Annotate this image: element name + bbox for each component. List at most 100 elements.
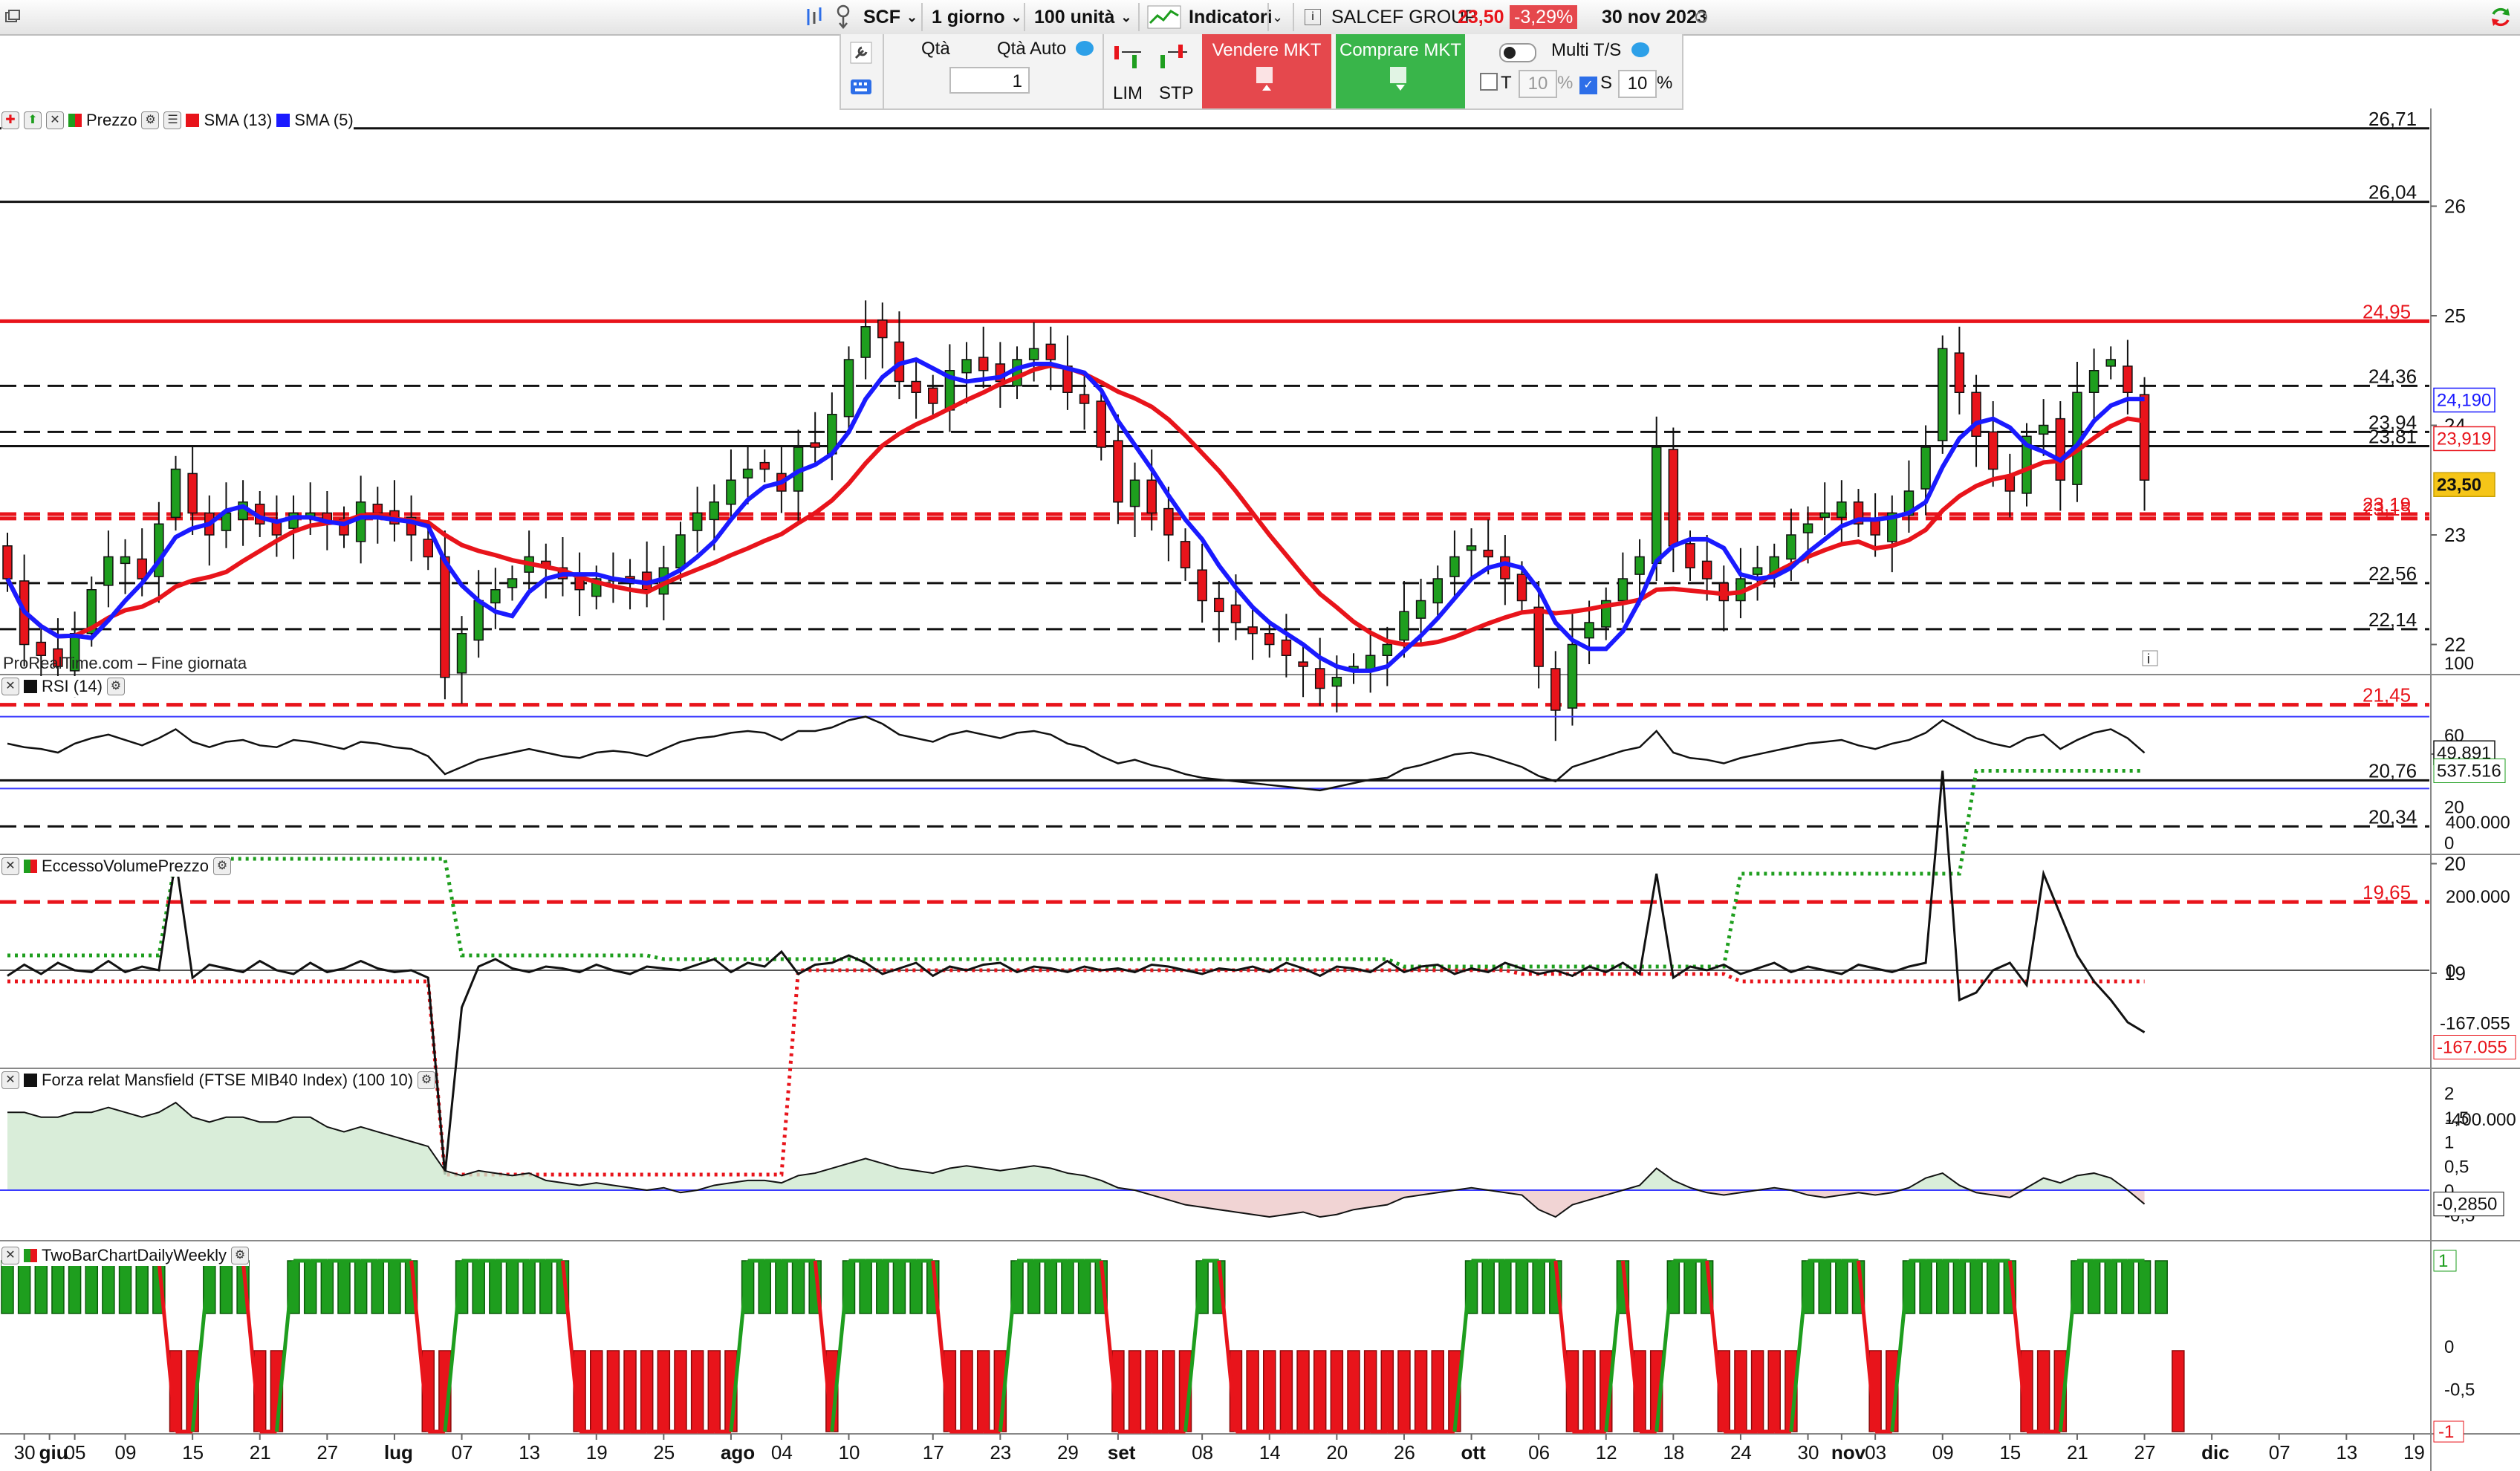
date-axis-label: dic (2201, 1441, 2230, 1464)
twobar-bar-up (1481, 1260, 1495, 1314)
close-icon[interactable]: ✕ (1, 1071, 19, 1089)
bar-icon[interactable] (804, 3, 826, 31)
units-selector[interactable]: 100 unità ⌄ (1034, 3, 1131, 31)
twobar-bar-up (1077, 1260, 1091, 1314)
twobar-bar-down (1397, 1350, 1411, 1432)
stp-icon[interactable] (1157, 42, 1190, 79)
rsi-legend: ✕ RSI (14) ⚙ (1, 676, 125, 697)
candle-body (742, 468, 753, 479)
s-checkbox[interactable]: ✓ (1579, 73, 1597, 94)
timeframe-selector[interactable]: 1 giorno ⌄ (932, 3, 1022, 31)
info-icon[interactable]: i (1305, 3, 1321, 31)
price-color-icon (68, 114, 82, 127)
window-icon[interactable] (4, 3, 21, 31)
twobar-bar-up (1835, 1260, 1848, 1314)
twobar-bar-down (1330, 1350, 1344, 1432)
candle-body (726, 479, 736, 505)
twobar-bar-up (1027, 1260, 1041, 1314)
wrench-icon[interactable]: ⚙ (231, 1247, 250, 1264)
twobar-bar-up (2154, 1260, 2168, 1314)
s-label: S (1600, 73, 1613, 93)
t-checkbox[interactable] (1480, 73, 1498, 96)
candle-body (928, 387, 938, 404)
close-icon[interactable]: ✕ (46, 111, 64, 129)
buy-market-button[interactable]: Comprare MKT (1336, 34, 1465, 108)
indicators-label: Indicatori (1189, 6, 1273, 27)
sma13-value-badge: 23,919 (2437, 429, 2491, 449)
level-label: 24,36 (2368, 365, 2417, 387)
candle-body (1550, 668, 1561, 711)
twobar-bar-up (2121, 1260, 2134, 1314)
candle-body (1163, 507, 1174, 536)
twobar-bar-down (2036, 1350, 2050, 1432)
chat-bubble-icon[interactable] (1076, 40, 1094, 61)
candle-body (473, 600, 484, 641)
symbol-selector[interactable]: SCF ⌄ (863, 3, 918, 31)
date-axis-label: 30 (14, 1441, 36, 1464)
close-icon[interactable]: ✚ (1, 111, 19, 129)
chevron-down-icon: ⌄ (1272, 9, 1284, 25)
refresh-icon[interactable] (2489, 3, 2513, 31)
indicators-dropdown[interactable]: ⌄ (1272, 3, 1283, 31)
twobar-state-line (560, 1260, 582, 1432)
wrench-icon[interactable]: ⚙ (213, 857, 231, 875)
date-axis-label: 10 (839, 1441, 860, 1464)
link-icon[interactable] (834, 3, 853, 31)
candle-body (490, 589, 501, 604)
twobar-bar-up (17, 1260, 31, 1314)
wrench-icon[interactable]: ⚙ (141, 111, 160, 129)
date-axis-label: 24 (1730, 1441, 1752, 1464)
date-axis-label: 19 (2403, 1441, 2425, 1464)
candle-body (978, 357, 989, 371)
close-icon[interactable]: ✕ (1, 857, 19, 875)
twobar-bar-up (1919, 1260, 1932, 1314)
indicators-button[interactable]: Indicatori (1147, 3, 1273, 31)
twobar-bar-up (1818, 1260, 1831, 1314)
buy-icon (1390, 67, 1406, 91)
twobar-bar-up (1936, 1260, 1949, 1314)
arrow-up-icon[interactable]: ⬆ (24, 111, 42, 129)
twobar-state-line (1890, 1260, 1911, 1432)
candle-body (1247, 626, 1258, 634)
date-axis-label: 14 (1259, 1441, 1281, 1464)
chevron-down-icon: ⌄ (1010, 9, 1022, 25)
candle-body (1399, 611, 1409, 641)
wrench-icon[interactable]: ⚙ (418, 1071, 436, 1089)
wrench-icon[interactable] (850, 42, 872, 69)
s-value-input[interactable]: 10 (1618, 70, 1657, 98)
chevron-down-icon: ⌄ (906, 9, 918, 25)
data-source-watermark: ProRealTime.com – Fine giornata (3, 654, 247, 672)
close-icon[interactable]: ✕ (1, 1247, 19, 1264)
candle-body (1449, 556, 1460, 577)
twobar-bar-down (1347, 1350, 1360, 1432)
t-label: T (1501, 73, 1512, 93)
evp-legend: ✕ EccessoVolumePrezzo ⚙ (1, 856, 231, 877)
sell-market-button[interactable]: Vendere MKT (1202, 34, 1331, 108)
mansfield-axis-label: 0,5 (2444, 1157, 2469, 1177)
candle-body (1230, 604, 1241, 623)
close-icon[interactable]: ✕ (1, 678, 19, 695)
twobar-bar-down (1414, 1350, 1428, 1432)
wrench-icon[interactable]: ⚙ (106, 678, 125, 695)
multi-ts-toggle[interactable] (1499, 42, 1536, 62)
list-icon[interactable]: ☰ (163, 111, 182, 129)
evp-lower-text: -167.055 (2440, 1014, 2510, 1034)
t-value-input[interactable]: 10 (1519, 70, 1557, 98)
price-legend-label: Prezzo (86, 111, 137, 129)
lim-label: LIM (1113, 83, 1143, 103)
lim-icon[interactable] (1111, 42, 1144, 79)
candle-body (877, 319, 888, 339)
date-axis-label: 07 (2269, 1441, 2290, 1464)
candle-body (1500, 556, 1510, 579)
chat-bubble-icon[interactable] (1631, 42, 1649, 62)
twobar-state-line (1705, 1260, 1726, 1432)
candle-body (423, 539, 433, 558)
qty-input[interactable]: 1 (949, 67, 1030, 94)
twobar-bar-down (590, 1350, 603, 1432)
date-axis-label: 29 (1057, 1441, 1079, 1464)
twobar-bar-down (1145, 1350, 1158, 1432)
level-label: 20,76 (2368, 759, 2417, 782)
keyboard-icon[interactable] (850, 76, 872, 103)
date-axis-label: 15 (1999, 1441, 2021, 1464)
twobar-state-line (1604, 1260, 1625, 1432)
